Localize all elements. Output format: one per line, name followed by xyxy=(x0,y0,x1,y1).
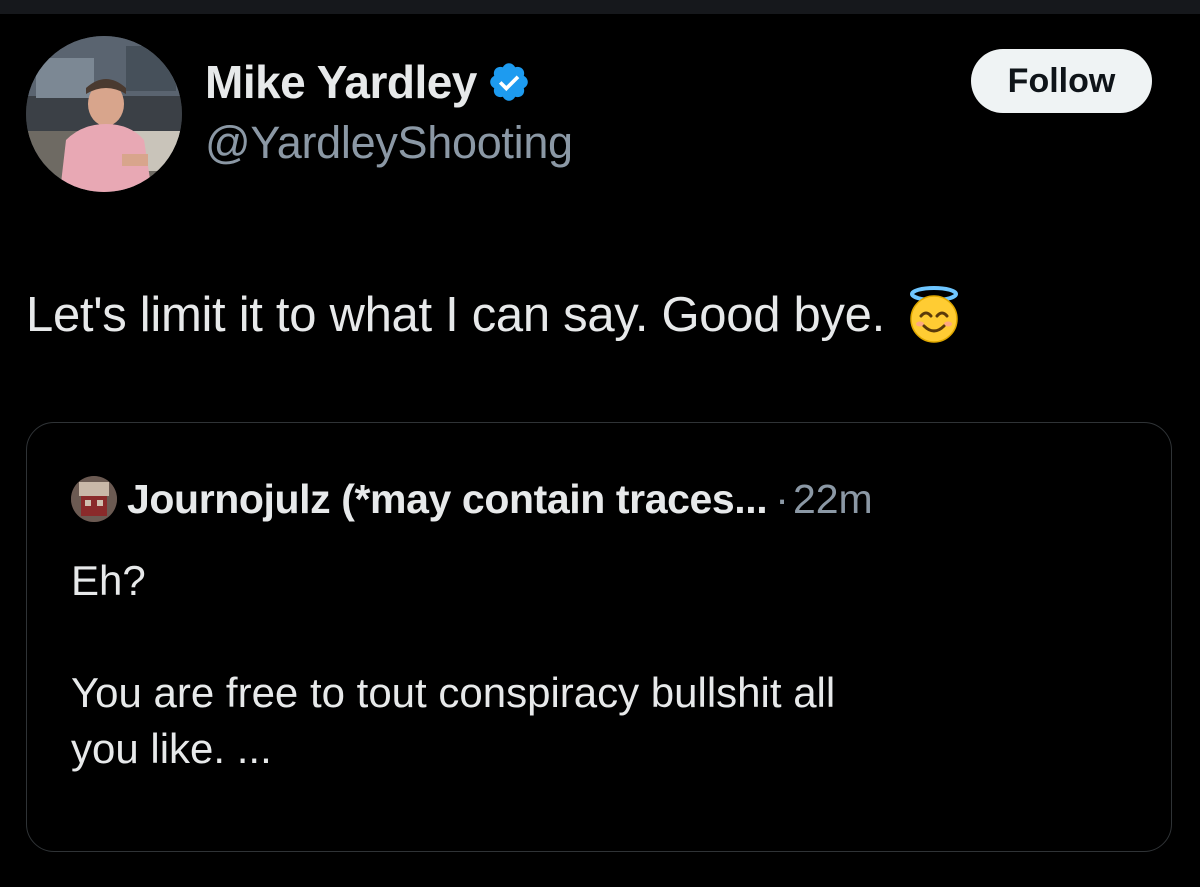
quoted-author-avatar[interactable] xyxy=(71,476,117,522)
avatar-photo xyxy=(26,36,182,192)
quoted-tweet-card[interactable]: Journojulz (*may contain traces... · 22m… xyxy=(26,422,1172,852)
verified-badge-icon xyxy=(487,60,531,104)
quoted-author-name[interactable]: Journojulz (*may contain traces... xyxy=(127,476,768,523)
quoted-tweet-body: Eh? You are free to tout conspiracy bull… xyxy=(71,553,1111,777)
follow-button[interactable]: Follow xyxy=(971,49,1152,113)
author-handle[interactable]: @YardleyShooting xyxy=(205,117,573,169)
author-name-row: Mike Yardley xyxy=(205,54,531,110)
quoted-text-line: you like. ... xyxy=(71,725,272,772)
tweet-text-content: Let's limit it to what I can say. Good b… xyxy=(26,288,885,342)
separator-dot: · xyxy=(775,475,789,522)
top-bar xyxy=(0,0,1200,14)
quoted-avatar-photo xyxy=(71,476,117,522)
smiling-face-with-halo-icon xyxy=(907,286,961,344)
quoted-timestamp[interactable]: 22m xyxy=(793,476,873,523)
author-name[interactable]: Mike Yardley xyxy=(205,55,477,109)
quoted-tweet-header: Journojulz (*may contain traces... · 22m xyxy=(71,473,873,525)
author-avatar[interactable] xyxy=(26,36,182,192)
quoted-text-line: Eh? xyxy=(71,557,146,604)
tweet-text: Let's limit it to what I can say. Good b… xyxy=(26,284,961,346)
quoted-text-line: You are free to tout conspiracy bullshit… xyxy=(71,669,836,716)
